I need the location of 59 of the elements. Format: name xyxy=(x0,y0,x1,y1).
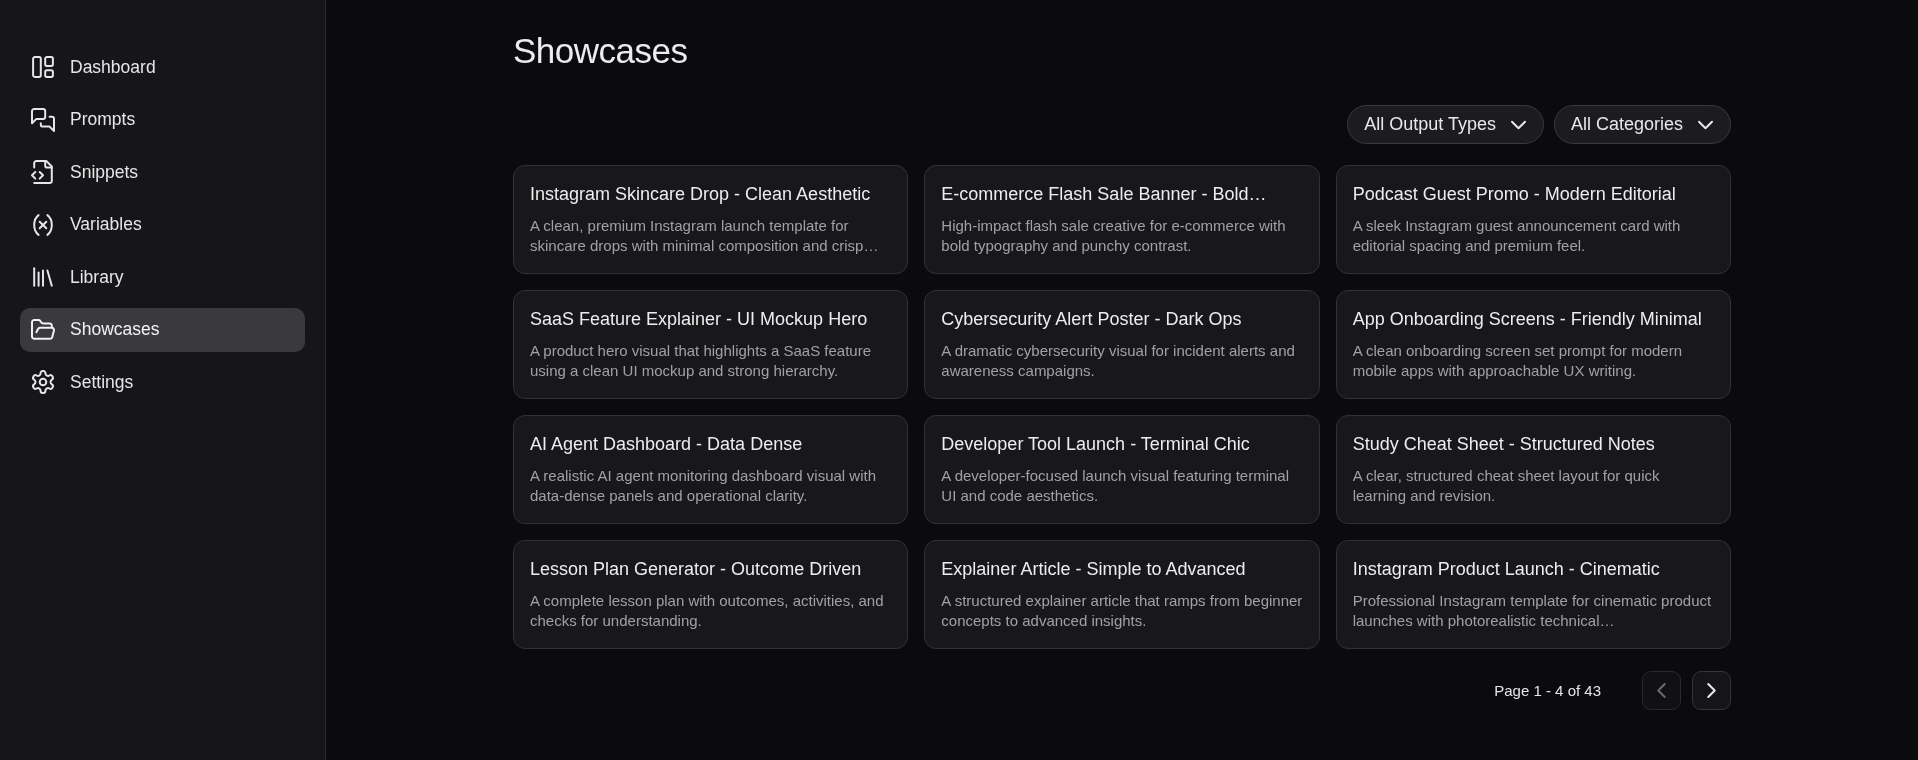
card-description: A product hero visual that highlights a SaaS feature using a clean UI mockup and strong hierarchy. xyxy=(530,341,873,381)
sidebar-item[interactable]: Dashboard xyxy=(20,45,305,89)
folder-icon xyxy=(32,318,54,341)
sidebar-item[interactable]: Library xyxy=(20,255,305,299)
card-description: A sleek Instagram guest announcement card with editorial spacing and premium feel. xyxy=(1352,216,1682,256)
chevron-left-icon xyxy=(1658,684,1665,697)
card-description: Professional Instagram template for cinematic product launches with photorealistic technical… xyxy=(1352,591,1713,631)
showcase-card[interactable]: E-commerce Flash Sale Banner - Bold… High-impact flash sale creative for e-commerce with bold typography and punchy contrast. xyxy=(924,165,1320,274)
card-title: Explainer Article - Simple to Advanced xyxy=(941,558,1247,580)
card-title: Instagram Skincare Drop - Clean Aesthetic xyxy=(530,183,872,205)
showcase-card[interactable]: Developer Tool Launch - Terminal Chic A developer-focused launch visual featuring terminal UI and code aesthetics. xyxy=(924,415,1320,524)
card-description: A structured explainer article that ramps from beginner concepts to advanced insights. xyxy=(941,591,1303,631)
chevron-right-icon xyxy=(1708,684,1715,697)
sidebar-item[interactable]: Settings xyxy=(20,360,305,404)
sidebar-item[interactable]: Snippets xyxy=(20,150,305,194)
card-description: A developer-focused launch visual featuring terminal UI and code aesthetics. xyxy=(941,466,1291,506)
card-description: A clear, structured cheat sheet layout for quick learning and revision. xyxy=(1352,466,1661,506)
card-title: App Onboarding Screens - Friendly Minimal xyxy=(1352,308,1703,330)
code-file-icon xyxy=(32,161,54,183)
card-title: Instagram Product Launch - Cinematic xyxy=(1352,558,1661,580)
page-info: Page 1 - 4 of 43 xyxy=(1494,682,1601,699)
showcase-card[interactable]: Lesson Plan Generator - Outcome Driven A complete lesson plan with outcomes, activities, and checks for understanding. xyxy=(513,540,909,649)
chat-bubbles-icon xyxy=(32,108,54,131)
filter-dropdown[interactable]: All Categories xyxy=(1553,105,1731,144)
card-title: E-commerce Flash Sale Banner - Bold… xyxy=(941,183,1268,205)
card-description: A clean onboarding screen set prompt for modern mobile apps with approachable UX writing. xyxy=(1352,341,1683,381)
books-icon xyxy=(32,266,54,288)
showcase-card[interactable]: Study Cheat Sheet - Structured Notes A clear, structured cheat sheet layout for quick learning and revision. xyxy=(1335,415,1731,524)
parentheses-x-icon xyxy=(32,213,54,236)
sidebar-item[interactable]: Showcases xyxy=(20,307,305,352)
card-description: A dramatic cybersecurity visual for incident alerts and awareness campaigns. xyxy=(941,341,1296,381)
card-description: A realistic AI agent monitoring dashboard visual with data-dense panels and operational clarity. xyxy=(530,466,878,506)
chevron-down-icon xyxy=(1511,120,1525,129)
settings-icon xyxy=(32,371,54,393)
showcase-card[interactable]: Podcast Guest Promo - Modern Editorial A sleek Instagram guest announcement card with editorial spacing and premium feel. xyxy=(1335,165,1731,274)
card-description: A clean, premium Instagram launch template for skincare drops with minimal composition and crisp… xyxy=(530,216,880,256)
card-title: Lesson Plan Generator - Outcome Driven xyxy=(530,558,863,580)
chevron-down-icon xyxy=(1699,120,1712,129)
page-title: Showcases xyxy=(513,30,689,72)
sidebar-item[interactable]: Prompts xyxy=(20,97,305,142)
sidebar-item[interactable]: Variables xyxy=(20,202,305,247)
card-title: Cybersecurity Alert Poster - Dark Ops xyxy=(941,308,1243,330)
next-page-button[interactable] xyxy=(1692,671,1731,710)
showcase-card[interactable]: AI Agent Dashboard - Data Dense A realistic AI agent monitoring dashboard visual with data-dense panels and operational clarity. xyxy=(513,415,909,524)
showcase-card[interactable]: App Onboarding Screens - Friendly Minimal A clean onboarding screen set prompt for modern mobile apps with approachable UX writing. xyxy=(1335,290,1731,399)
card-title: AI Agent Dashboard - Data Dense xyxy=(530,433,804,455)
showcase-card[interactable]: Explainer Article - Simple to Advanced A structured explainer article that ramps from beginner concepts to advanced insights. xyxy=(924,540,1320,649)
card-title: Developer Tool Launch - Terminal Chic xyxy=(941,433,1251,455)
card-description: A complete lesson plan with outcomes, activities, and checks for understanding. xyxy=(530,591,885,631)
showcase-card[interactable]: Instagram Product Launch - Cinematic Professional Instagram template for cinematic product launches with photorealistic technical… xyxy=(1335,540,1731,649)
layout-icon xyxy=(32,56,54,78)
showcase-card[interactable]: Cybersecurity Alert Poster - Dark Ops A dramatic cybersecurity visual for incident alerts and awareness campaigns. xyxy=(924,290,1320,399)
showcase-card[interactable]: SaaS Feature Explainer - UI Mockup Hero A product hero visual that highlights a SaaS feature using a clean UI mockup and strong hierarchy. xyxy=(513,290,909,399)
filter-dropdown[interactable]: All Output Types xyxy=(1347,105,1544,144)
card-title: SaaS Feature Explainer - UI Mockup Hero xyxy=(530,308,869,330)
card-title: Study Cheat Sheet - Structured Notes xyxy=(1352,433,1656,455)
card-description: High-impact flash sale creative for e-commerce with bold typography and punchy contrast. xyxy=(941,216,1287,256)
showcase-card[interactable]: Instagram Skincare Drop - Clean Aesthetic A clean, premium Instagram launch template for skincare drops with minimal composition and crisp… xyxy=(513,165,909,274)
card-title: Podcast Guest Promo - Modern Editorial xyxy=(1352,183,1677,205)
